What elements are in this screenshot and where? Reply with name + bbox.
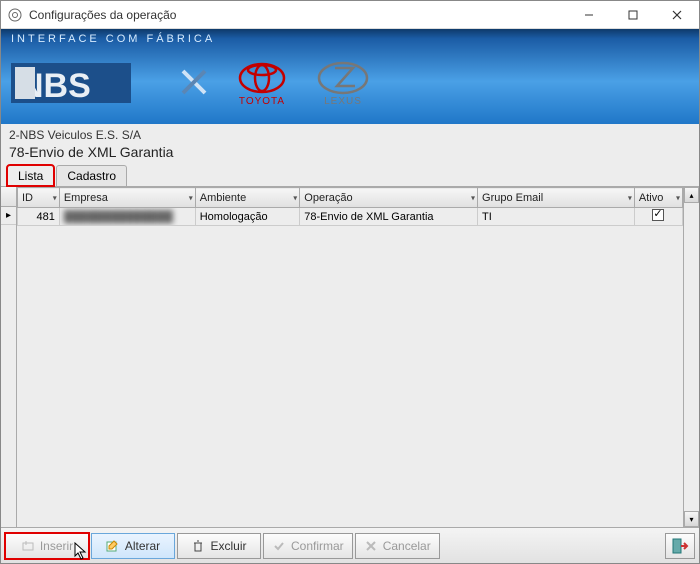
col-header-ambiente[interactable]: Ambiente▾ — [195, 188, 300, 208]
exit-button[interactable] — [665, 533, 695, 559]
cancelar-button[interactable]: Cancelar — [355, 533, 440, 559]
chevron-down-icon[interactable]: ▾ — [628, 193, 632, 202]
confirmar-label: Confirmar — [291, 539, 344, 553]
banner-logos: NBS TOYOTA — [1, 47, 699, 119]
cancelar-label: Cancelar — [383, 539, 431, 553]
banner: INTERFACE COM FÁBRICA NBS — [1, 29, 699, 124]
subheader: 2-NBS Veiculos E.S. S/A 78-Envio de XML … — [1, 124, 699, 164]
minimize-button[interactable] — [567, 1, 611, 29]
alterar-button[interactable]: Alterar — [91, 533, 175, 559]
org-label: 2-NBS Veiculos E.S. S/A — [9, 128, 691, 142]
titlebar: Configurações da operação — [1, 1, 699, 29]
col-header-id[interactable]: ID▾ — [18, 188, 60, 208]
cell-grupo-email[interactable]: TI — [478, 208, 635, 226]
grid-area: ▸ ID▾ Empresa▾ — [1, 186, 699, 527]
col-header-empresa[interactable]: Empresa▾ — [59, 188, 195, 208]
cell-id[interactable]: 481 — [18, 208, 60, 226]
table-row[interactable]: 481 ██████████████ Homologação 78-Envio … — [18, 208, 683, 226]
confirmar-button[interactable]: Confirmar — [263, 533, 353, 559]
data-grid[interactable]: ID▾ Empresa▾ Ambiente▾ Operação▾ Grupo E… — [17, 187, 683, 226]
toyota-logo: TOYOTA — [237, 54, 287, 112]
cell-empresa[interactable]: ██████████████ — [59, 208, 195, 226]
cell-ativo[interactable] — [634, 208, 682, 226]
col-header-ativo[interactable]: Ativo▾ — [634, 188, 682, 208]
cell-ambiente[interactable]: Homologação — [195, 208, 300, 226]
close-button[interactable] — [655, 1, 699, 29]
chevron-down-icon[interactable]: ▾ — [676, 193, 680, 202]
tabs: Lista Cadastro — [1, 164, 699, 186]
lexus-label: LEXUS — [324, 96, 362, 107]
banner-label: INTERFACE COM FÁBRICA — [1, 29, 699, 47]
window-title: Configurações da operação — [29, 8, 567, 22]
inserir-label: Inserir — [40, 539, 73, 553]
inserir-button[interactable]: Inserir — [5, 533, 89, 559]
bottom-toolbar: Inserir Alterar Excluir Confirmar Cancel… — [1, 527, 699, 563]
lexus-logo: LEXUS — [315, 54, 371, 112]
chevron-down-icon[interactable]: ▾ — [189, 193, 193, 202]
row-indicator[interactable]: ▸ — [1, 207, 16, 225]
vertical-scrollbar[interactable]: ▴ ▾ — [683, 187, 699, 527]
col-header-grupo-email[interactable]: Grupo Email▾ — [478, 188, 635, 208]
row-indicator-column: ▸ — [1, 187, 17, 527]
scroll-down-button[interactable]: ▾ — [684, 511, 699, 527]
edit-icon — [106, 539, 120, 553]
nbs-logo: NBS — [11, 54, 151, 112]
exit-icon — [671, 537, 689, 555]
maximize-button[interactable] — [611, 1, 655, 29]
window-controls — [567, 1, 699, 29]
chevron-down-icon[interactable]: ▾ — [293, 193, 297, 202]
toyota-label: TOYOTA — [239, 96, 285, 107]
tab-cadastro[interactable]: Cadastro — [56, 165, 127, 186]
operation-label: 78-Envio de XML Garantia — [9, 142, 691, 164]
chevron-down-icon[interactable]: ▾ — [471, 193, 475, 202]
excluir-button[interactable]: Excluir — [177, 533, 261, 559]
app-window: Configurações da operação INTERFACE COM … — [0, 0, 700, 564]
x-icon — [179, 67, 209, 100]
scroll-track[interactable] — [684, 203, 699, 511]
check-icon — [272, 539, 286, 553]
excluir-label: Excluir — [210, 539, 246, 553]
app-icon — [7, 7, 23, 23]
tab-lista[interactable]: Lista — [7, 165, 54, 186]
checkbox-checked-icon[interactable] — [652, 209, 664, 221]
insert-icon — [21, 539, 35, 553]
chevron-down-icon[interactable]: ▾ — [53, 193, 57, 202]
cell-operacao[interactable]: 78-Envio de XML Garantia — [300, 208, 478, 226]
alterar-label: Alterar — [125, 539, 160, 553]
col-header-operacao[interactable]: Operação▾ — [300, 188, 478, 208]
scroll-up-button[interactable]: ▴ — [684, 187, 699, 203]
delete-icon — [191, 539, 205, 553]
cancel-icon — [364, 539, 378, 553]
